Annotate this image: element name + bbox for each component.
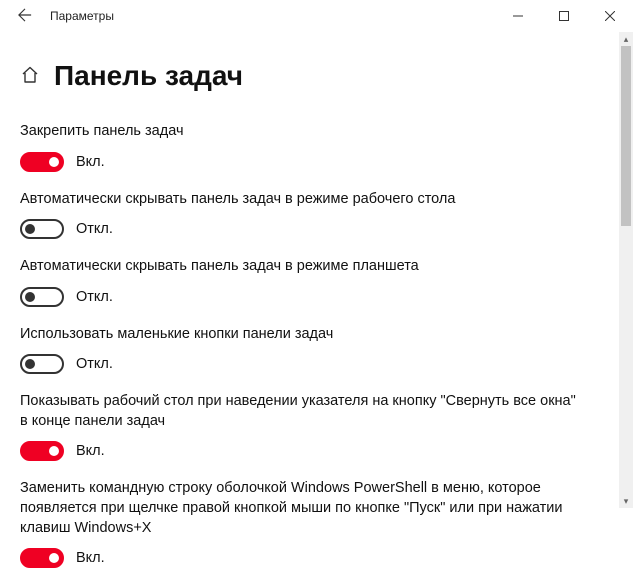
toggle-state-label: Вкл. — [76, 154, 105, 170]
vertical-scrollbar[interactable]: ▴ ▾ — [619, 32, 633, 508]
titlebar: Параметры — [0, 0, 633, 32]
window-controls — [495, 0, 633, 32]
toggle-row: Вкл. — [20, 152, 613, 172]
setting-item: Автоматически скрывать панель задач в ре… — [20, 190, 613, 240]
setting-item: Использовать маленькие кнопки панели зад… — [20, 325, 613, 375]
toggle-state-label: Вкл. — [76, 550, 105, 566]
scroll-up-arrow[interactable]: ▴ — [619, 32, 633, 46]
arrow-left-icon — [18, 8, 32, 22]
titlebar-left: Параметры — [10, 2, 114, 31]
toggle-switch[interactable] — [20, 152, 64, 172]
toggle-row: Откл. — [20, 219, 613, 239]
scroll-thumb[interactable] — [621, 46, 631, 226]
setting-label: Закрепить панель задач — [20, 122, 580, 142]
toggle-switch[interactable] — [20, 219, 64, 239]
home-icon[interactable] — [20, 65, 40, 88]
toggle-switch[interactable] — [20, 287, 64, 307]
close-icon — [605, 11, 615, 21]
toggle-state-label: Откл. — [76, 289, 113, 305]
setting-item: Закрепить панель задач Вкл. — [20, 122, 613, 172]
toggle-row: Вкл. — [20, 441, 613, 461]
back-button[interactable] — [10, 2, 40, 31]
toggle-row: Откл. — [20, 354, 613, 374]
toggle-switch[interactable] — [20, 441, 64, 461]
setting-label: Заменить командную строку оболочкой Wind… — [20, 479, 580, 538]
content-area: Панель задач Закрепить панель задач Вкл. А… — [0, 32, 633, 568]
setting-item: Автоматически скрывать панель задач в ре… — [20, 257, 613, 307]
close-button[interactable] — [587, 0, 633, 32]
toggle-state-label: Откл. — [76, 356, 113, 372]
settings-list: Закрепить панель задач Вкл. Автоматически … — [20, 122, 613, 568]
page-header: Панель задач — [20, 60, 613, 92]
setting-label: Автоматически скрывать панель задач в ре… — [20, 257, 580, 277]
toggle-row: Вкл. — [20, 548, 613, 568]
setting-label: Показывать рабочий стол при наведении ук… — [20, 392, 580, 431]
maximize-icon — [559, 11, 569, 21]
setting-item: Показывать рабочий стол при наведении ук… — [20, 392, 613, 461]
setting-label: Автоматически скрывать панель задач в ре… — [20, 190, 580, 210]
maximize-button[interactable] — [541, 0, 587, 32]
toggle-state-label: Вкл. — [76, 443, 105, 459]
toggle-row: Откл. — [20, 287, 613, 307]
minimize-icon — [513, 11, 523, 21]
toggle-state-label: Откл. — [76, 221, 113, 237]
toggle-switch[interactable] — [20, 354, 64, 374]
window-title: Параметры — [50, 9, 114, 23]
page-title: Панель задач — [54, 60, 243, 92]
toggle-switch[interactable] — [20, 548, 64, 568]
minimize-button[interactable] — [495, 0, 541, 32]
scroll-down-arrow[interactable]: ▾ — [619, 494, 633, 508]
setting-item: Заменить командную строку оболочкой Wind… — [20, 479, 613, 568]
setting-label: Использовать маленькие кнопки панели зад… — [20, 325, 580, 345]
